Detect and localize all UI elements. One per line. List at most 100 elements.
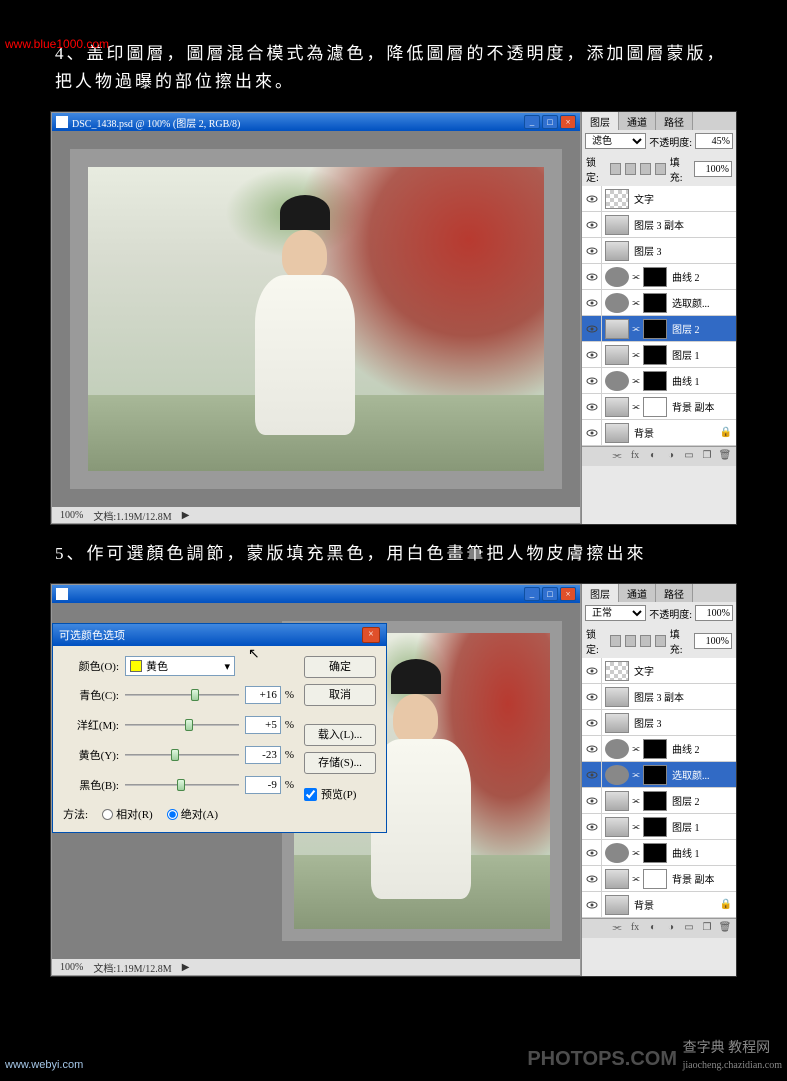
visibility-icon[interactable] (582, 788, 602, 813)
save-button[interactable]: 存储(S)... (304, 752, 376, 774)
layer-name[interactable]: 曲线 1 (670, 373, 736, 388)
layer-row[interactable]: 图层 3 (582, 238, 736, 264)
adj-icon[interactable]: ◑ (664, 450, 678, 464)
mask-thumb[interactable] (643, 345, 667, 365)
layer-name[interactable]: 图层 2 (670, 321, 736, 336)
close-button[interactable]: × (560, 115, 576, 129)
visibility-icon[interactable] (582, 684, 602, 709)
mask-thumb[interactable] (643, 739, 667, 759)
slider-track[interactable] (125, 718, 239, 732)
layer-thumb[interactable] (605, 267, 629, 287)
layer-row[interactable]: ⫘图层 1 (582, 342, 736, 368)
layer-thumb[interactable] (605, 765, 629, 785)
layer-row[interactable]: 图层 3 副本 (582, 684, 736, 710)
lock-all-icon[interactable] (655, 635, 666, 647)
slider-track[interactable] (125, 688, 239, 702)
visibility-icon[interactable] (582, 736, 602, 761)
slider-value[interactable] (245, 716, 281, 734)
layer-name[interactable]: 图层 3 (632, 243, 736, 258)
layer-thumb[interactable] (605, 895, 629, 915)
visibility-icon[interactable] (582, 394, 602, 419)
mask-thumb[interactable] (643, 293, 667, 313)
lock-pos-icon[interactable] (640, 163, 651, 175)
mask-thumb[interactable] (643, 817, 667, 837)
layer-thumb[interactable] (605, 215, 629, 235)
fx-icon[interactable]: fx (628, 450, 642, 464)
ok-button[interactable]: 确定 (304, 656, 376, 678)
opacity-input[interactable] (695, 133, 733, 149)
layer-thumb[interactable] (605, 869, 629, 889)
lock-all-icon[interactable] (655, 163, 666, 175)
layer-name[interactable]: 图层 3 副本 (632, 689, 736, 704)
visibility-icon[interactable] (582, 840, 602, 865)
visibility-icon[interactable] (582, 316, 602, 341)
visibility-icon[interactable] (582, 762, 602, 787)
visibility-icon[interactable] (582, 814, 602, 839)
layer-thumb[interactable] (605, 843, 629, 863)
layer-name[interactable]: 图层 3 副本 (632, 217, 736, 232)
maximize-button[interactable]: □ (542, 115, 558, 129)
link-icon[interactable]: ⫘ (610, 450, 624, 464)
layer-name[interactable]: 曲线 1 (670, 845, 736, 860)
mask-icon[interactable]: ◐ (646, 450, 660, 464)
titlebar-2[interactable]: _ □ × (52, 585, 580, 603)
layer-row[interactable]: ⫘图层 1 (582, 814, 736, 840)
link-icon[interactable]: ⫘ (610, 922, 624, 936)
mask-thumb[interactable] (643, 319, 667, 339)
blend-mode-select[interactable]: 滤色 (585, 133, 646, 149)
mask-thumb[interactable] (643, 397, 667, 417)
new-icon[interactable]: ❐ (700, 450, 714, 464)
tab-channels[interactable]: 通道 (619, 584, 656, 602)
lock-trans-icon[interactable] (610, 635, 621, 647)
lock-paint-icon[interactable] (625, 163, 636, 175)
layer-name[interactable]: 图层 1 (670, 347, 736, 362)
layer-thumb[interactable] (605, 319, 629, 339)
close-button[interactable]: × (560, 587, 576, 601)
layer-thumb[interactable] (605, 189, 629, 209)
layer-row[interactable]: 文字 (582, 658, 736, 684)
layer-row[interactable]: ⫘曲线 1 (582, 368, 736, 394)
layer-row[interactable]: ⫘背景 副本 (582, 866, 736, 892)
zoom-1[interactable]: 100% (60, 510, 83, 521)
minimize-button[interactable]: _ (524, 115, 540, 129)
visibility-icon[interactable] (582, 658, 602, 683)
layer-row[interactable]: ⫘图层 2 (582, 788, 736, 814)
layer-row[interactable]: ⫘选取颜... (582, 762, 736, 788)
dialog-close-button[interactable]: × (362, 627, 380, 643)
layer-name[interactable]: 背景 (632, 425, 720, 440)
cancel-button[interactable]: 取消 (304, 684, 376, 706)
minimize-button[interactable]: _ (524, 587, 540, 601)
mask-thumb[interactable] (643, 843, 667, 863)
layer-name[interactable]: 背景 (632, 897, 720, 912)
layer-thumb[interactable] (605, 739, 629, 759)
layer-row[interactable]: ⫘图层 2 (582, 316, 736, 342)
layer-name[interactable]: 文字 (632, 191, 736, 206)
layer-name[interactable]: 文字 (632, 663, 736, 678)
layer-thumb[interactable] (605, 371, 629, 391)
visibility-icon[interactable] (582, 420, 602, 445)
zoom-2[interactable]: 100% (60, 962, 83, 973)
layer-name[interactable]: 选取颜... (670, 767, 736, 782)
layer-thumb[interactable] (605, 661, 629, 681)
visibility-icon[interactable] (582, 368, 602, 393)
mask-thumb[interactable] (643, 371, 667, 391)
layer-name[interactable]: 背景 副本 (670, 871, 736, 886)
layer-name[interactable]: 图层 1 (670, 819, 736, 834)
preview-checkbox[interactable]: 预览(P) (304, 786, 376, 802)
layer-name[interactable]: 曲线 2 (670, 269, 736, 284)
visibility-icon[interactable] (582, 186, 602, 211)
visibility-icon[interactable] (582, 892, 602, 917)
layer-row[interactable]: 图层 3 (582, 710, 736, 736)
layer-thumb[interactable] (605, 713, 629, 733)
lock-paint-icon[interactable] (625, 635, 636, 647)
slider-value[interactable] (245, 776, 281, 794)
mask-thumb[interactable] (643, 791, 667, 811)
new-icon[interactable]: ❐ (700, 922, 714, 936)
layer-name[interactable]: 图层 2 (670, 793, 736, 808)
slider-value[interactable] (245, 686, 281, 704)
visibility-icon[interactable] (582, 342, 602, 367)
layer-name[interactable]: 曲线 2 (670, 741, 736, 756)
trash-icon[interactable]: 🗑 (718, 450, 732, 464)
color-select[interactable]: 黄色 ▾ (125, 656, 235, 676)
layer-row[interactable]: ⫘曲线 1 (582, 840, 736, 866)
